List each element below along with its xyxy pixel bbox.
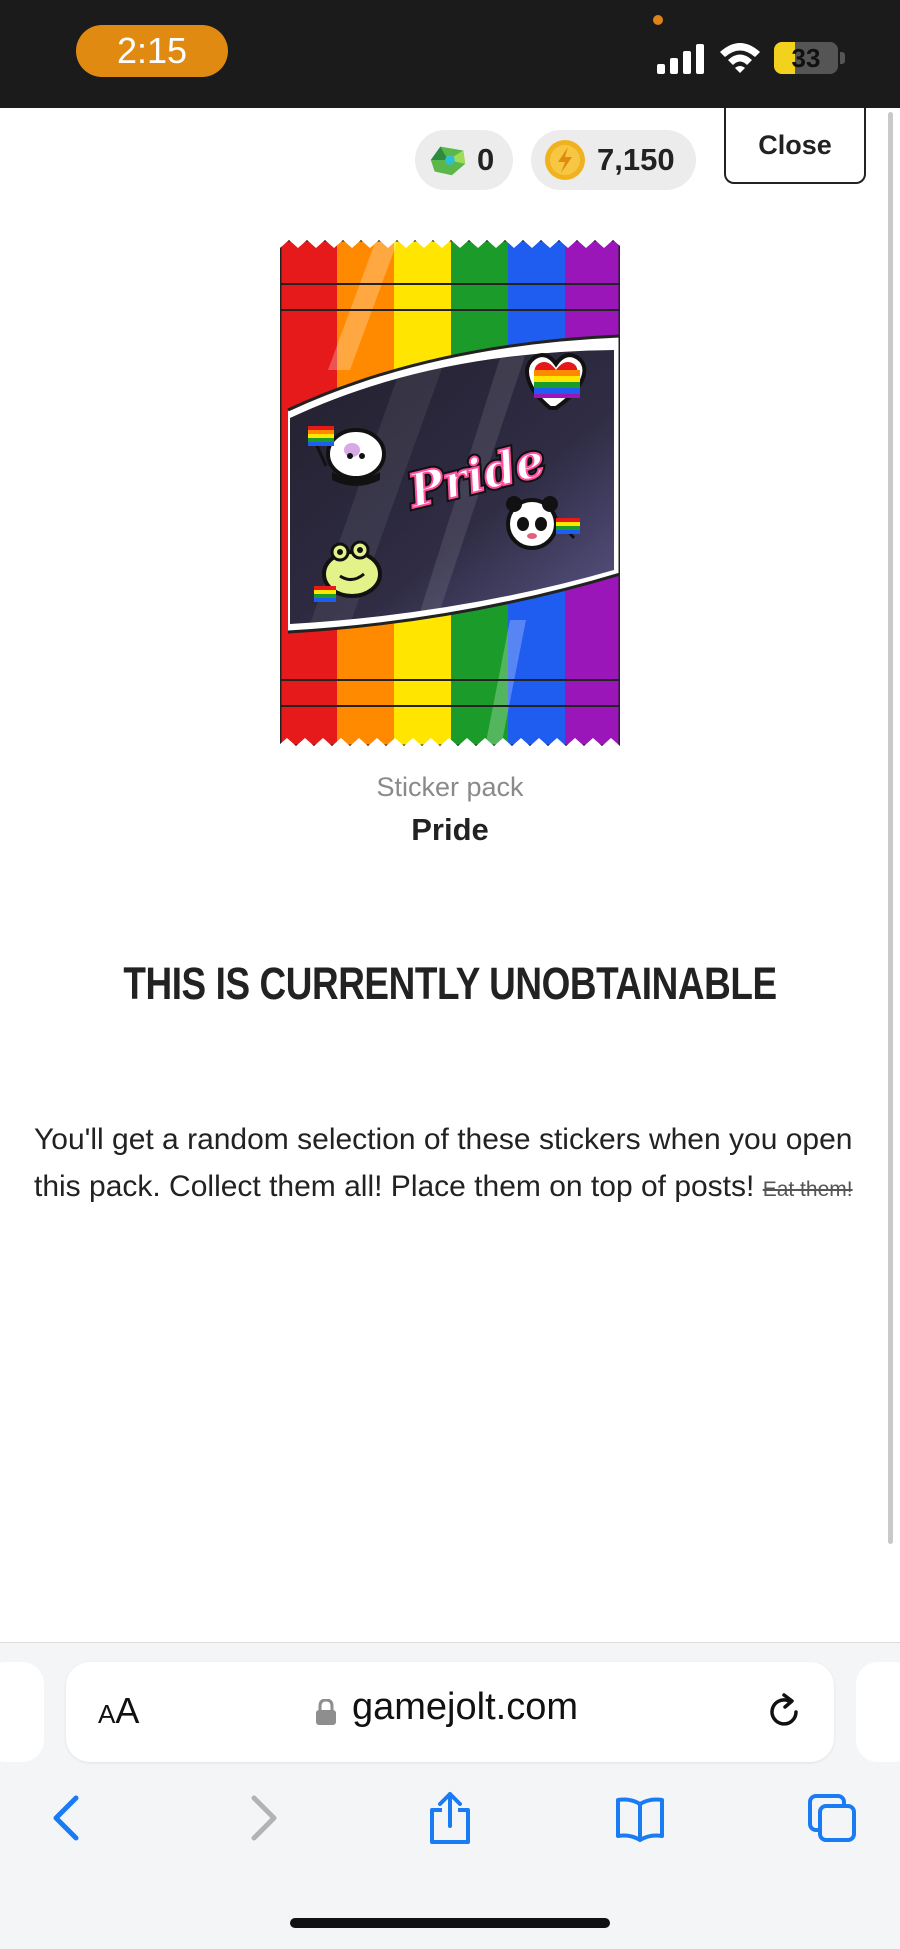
url-text[interactable]: gamejolt.com bbox=[352, 1686, 578, 1729]
previous-tab-card[interactable] bbox=[0, 1662, 44, 1762]
gems-balance[interactable]: 0 bbox=[415, 130, 513, 190]
next-tab-card[interactable] bbox=[856, 1662, 900, 1762]
reload-icon[interactable] bbox=[764, 1692, 804, 1732]
home-indicator[interactable] bbox=[290, 1918, 610, 1928]
pack-name: Pride bbox=[411, 812, 489, 847]
description-struck-text: Eat them! bbox=[762, 1178, 853, 1201]
battery-cap bbox=[840, 52, 845, 64]
gem-icon bbox=[430, 146, 466, 176]
pack-caption: Sticker pack bbox=[376, 772, 524, 802]
status-bar: 2:15 33 bbox=[0, 0, 900, 108]
bookmarks-icon[interactable] bbox=[614, 1790, 666, 1846]
unobtainable-notice: THIS IS CURRENTLY UNOBTAINABLE bbox=[123, 958, 777, 1009]
battery-percentage: 33 bbox=[791, 42, 821, 73]
pack-description: You'll get a random selection of these s… bbox=[34, 1116, 870, 1213]
signal-icon bbox=[657, 44, 704, 74]
privacy-indicator-dot bbox=[653, 15, 663, 25]
status-time[interactable]: 2:15 bbox=[76, 25, 228, 77]
description-text: You'll get a random selection of these s… bbox=[34, 1123, 853, 1203]
text-size-button[interactable]: AA bbox=[98, 1690, 139, 1732]
battery-icon: 33 bbox=[774, 42, 838, 74]
gems-count: 0 bbox=[477, 142, 495, 177]
coins-count: 7,150 bbox=[597, 142, 675, 177]
tabs-icon[interactable] bbox=[806, 1790, 858, 1846]
coin-icon bbox=[545, 140, 585, 180]
coins-balance[interactable]: 7,150 bbox=[531, 130, 696, 190]
close-button[interactable]: Close bbox=[724, 108, 866, 184]
lock-icon bbox=[316, 1699, 336, 1725]
share-icon[interactable] bbox=[424, 1790, 476, 1846]
back-icon[interactable] bbox=[42, 1790, 94, 1846]
wifi-icon bbox=[720, 43, 760, 73]
sticker-pack-image[interactable]: Pride Pride bbox=[280, 240, 620, 752]
forward-icon[interactable] bbox=[236, 1790, 288, 1846]
